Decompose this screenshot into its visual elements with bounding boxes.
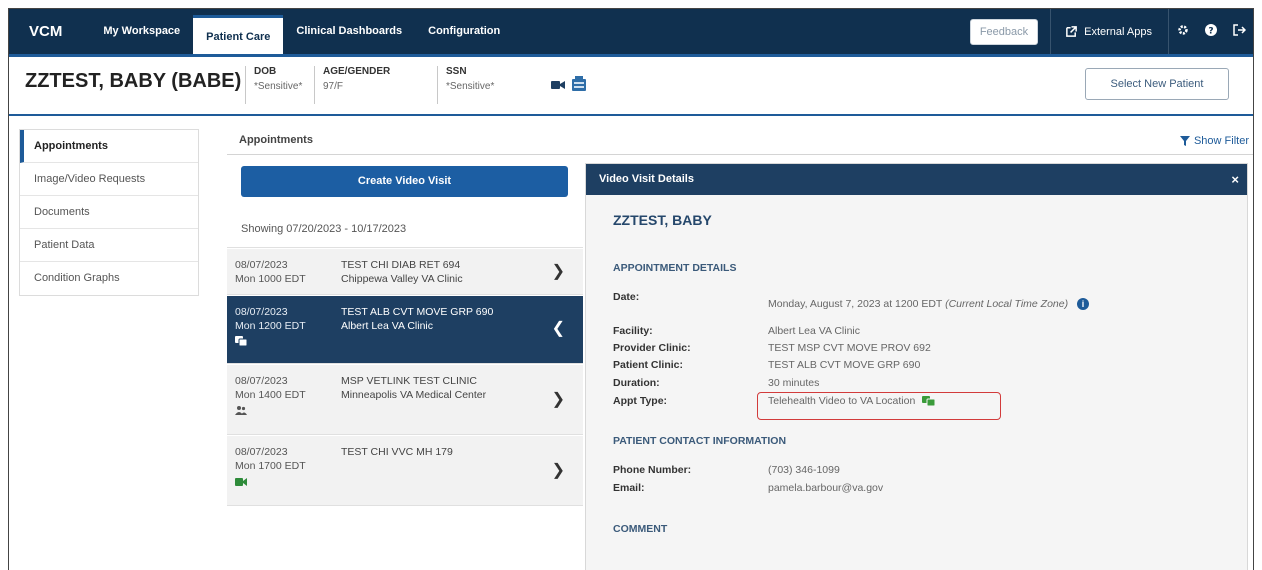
appt-time: Mon 1700 EDT [235,460,306,472]
feedback-button[interactable]: Feedback [969,18,1039,45]
select-new-patient-button[interactable]: Select New Patient [1085,68,1229,100]
facility-value: Albert Lea VA Clinic [768,325,861,337]
appt-date: 08/07/2023 [235,375,288,387]
patient-name-detail: ZZTEST, BABY [613,212,712,228]
date-range-label: Showing 07/20/2023 - 10/17/2023 [227,211,583,248]
telehealth-to-va-icon [235,336,248,347]
appt-time: Mon 1200 EDT [235,320,306,332]
duration-value: 30 minutes [768,377,820,389]
appt-location: Albert Lea VA Clinic [341,320,434,332]
appointment-details-heading: APPOINTMENT DETAILS [613,262,737,274]
age-gender-field: AGE/GENDER 97/F [314,66,390,104]
sidebar: Appointments Image/Video Requests Docume… [19,129,199,296]
patient-clinic-value: TEST ALB CVT MOVE GRP 690 [768,359,921,371]
provider-clinic-value: TEST MSP CVT MOVE PROV 692 [768,342,931,354]
sidebar-item-documents[interactable]: Documents [20,196,198,229]
video-camera-icon[interactable] [551,80,565,90]
phone-label: Phone Number: [613,464,692,476]
tab-my-workspace[interactable]: My Workspace [90,9,193,54]
chevron-right-icon[interactable]: ❯ [552,460,565,480]
tab-clinical-dashboards[interactable]: Clinical Dashboards [283,9,415,54]
chevron-right-icon[interactable]: ❯ [552,389,565,409]
appointment-row[interactable]: 08/07/2023 Mon 1400 EDT MSP VETLINK TEST… [227,365,583,435]
show-filter-label: Show Filter [1193,135,1249,147]
app-window: VCM My Workspace Patient Care Clinical D… [8,8,1254,570]
date-value: Monday, August 7, 2023 at 1200 EDT (Curr… [768,298,1090,311]
highlight-box [757,392,1001,420]
email-value: pamela.barbour@va.gov [768,482,884,494]
gear-icon[interactable] [1169,24,1197,39]
create-video-visit-button[interactable]: Create Video Visit [241,166,568,197]
patient-header: ZZTEST, BABY (BABE) DOB *Sensitive* AGE/… [9,54,1253,116]
appointment-row-selected[interactable]: 08/07/2023 Mon 1200 EDT TEST ALB CVT MOV… [227,296,583,364]
appt-date: 08/07/2023 [235,259,288,271]
appt-time: Mon 1400 EDT [235,389,306,401]
patient-clinic-label: Patient Clinic: [613,359,684,371]
page-title: Appointments [239,134,313,146]
facility-label: Facility: [613,325,653,337]
in-person-icon [235,406,247,415]
sidebar-item-condition-graphs[interactable]: Condition Graphs [20,262,198,295]
comment-heading: COMMENT [613,523,668,535]
panel-header: Video Visit Details × [586,164,1247,195]
show-filter-button[interactable]: Show Filter [1179,135,1249,147]
appt-clinic: TEST CHI VVC MH 179 [341,446,453,458]
appt-location: Chippewa Valley VA Clinic [341,273,463,285]
chevron-left-icon[interactable]: ❮ [552,318,565,338]
external-apps-label: External Apps [1084,25,1152,38]
dob-field: DOB *Sensitive* [245,66,302,104]
chevron-right-icon[interactable]: ❯ [552,261,565,281]
patient-name: ZZTEST, BABY (BABE) [25,70,242,92]
external-link-icon [1066,26,1078,37]
appt-clinic: TEST CHI DIAB RET 694 [341,259,461,271]
main-content: Appointments Show Filter Create Video Vi… [227,127,1253,570]
sidebar-item-patient-data[interactable]: Patient Data [20,229,198,262]
appt-date: 08/07/2023 [235,306,288,318]
help-icon[interactable]: ? [1197,24,1225,39]
filter-icon [1179,136,1190,146]
appt-time: Mon 1000 EDT [235,273,306,285]
date-label: Date: [613,291,640,303]
video-visit-details-panel: Video Visit Details × ZZTEST, BABY APPOI… [585,163,1248,570]
sidebar-item-image-video-requests[interactable]: Image/Video Requests [20,163,198,196]
appt-location: Minneapolis VA Medical Center [341,389,487,401]
info-icon[interactable]: i [1077,298,1090,311]
appointment-row[interactable]: 08/07/2023 Mon 1000 EDT TEST CHI DIAB RE… [227,249,583,295]
brand-logo: VCM [29,23,63,40]
phone-value: (703) 346-1099 [768,464,840,476]
appt-date: 08/07/2023 [235,446,288,458]
svg-text:?: ? [1208,26,1213,36]
panel-title: Video Visit Details [599,173,694,185]
top-nav: VCM My Workspace Patient Care Clinical D… [9,9,1253,54]
document-icon[interactable] [572,76,586,91]
appt-clinic: MSP VETLINK TEST CLINIC [341,375,477,387]
video-camera-icon [235,478,247,486]
appointment-list: Create Video Visit Showing 07/20/2023 - … [227,155,583,570]
provider-clinic-label: Provider Clinic: [613,342,691,354]
appt-type-label: Appt Type: [613,395,668,407]
appointment-row[interactable]: 08/07/2023 Mon 1700 EDT TEST CHI VVC MH … [227,436,583,506]
email-label: Email: [613,482,645,494]
sidebar-item-appointments[interactable]: Appointments [20,130,198,163]
tab-patient-care[interactable]: Patient Care [193,15,284,54]
appointments-header: Appointments Show Filter [227,127,1253,155]
tab-configuration[interactable]: Configuration [415,9,513,54]
logout-icon[interactable] [1225,24,1253,39]
close-icon[interactable]: × [1231,164,1239,195]
patient-contact-heading: PATIENT CONTACT INFORMATION [613,435,787,447]
external-apps-button[interactable]: External Apps [1051,25,1168,38]
appt-clinic: TEST ALB CVT MOVE GRP 690 [341,306,494,318]
ssn-field: SSN *Sensitive* [437,66,494,104]
duration-label: Duration: [613,377,660,389]
